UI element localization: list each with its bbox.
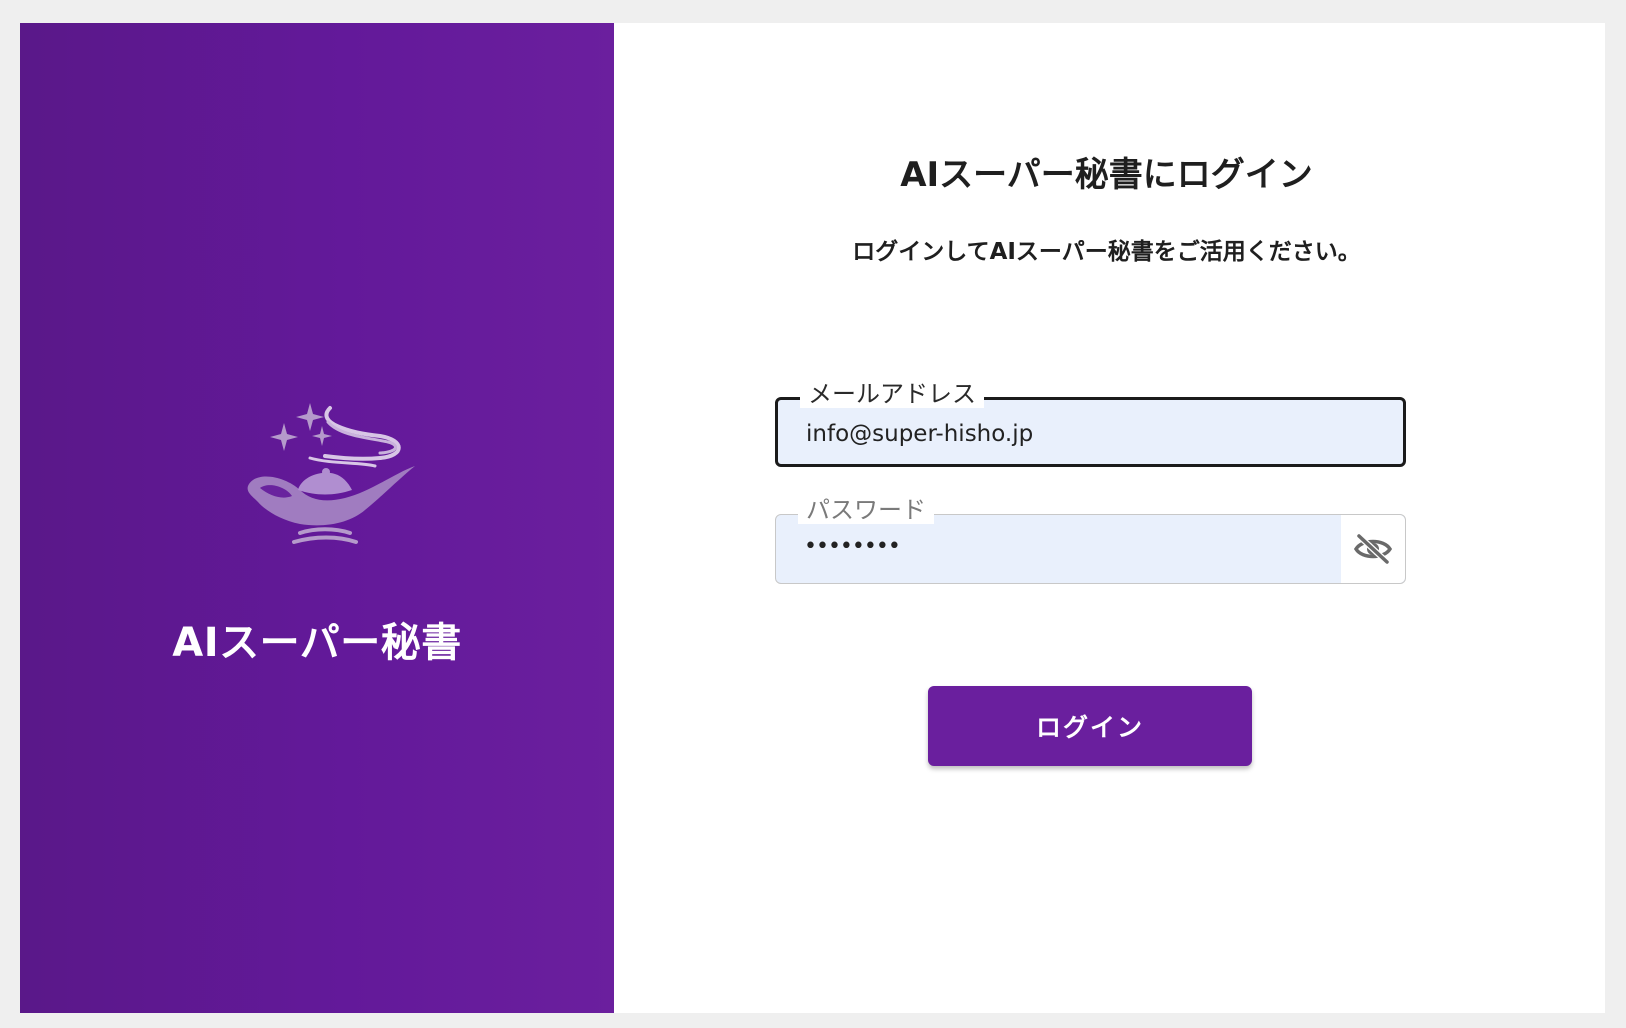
brand-panel: AIスーパー秘書 (20, 23, 614, 1013)
toggle-password-visibility-button[interactable] (1341, 515, 1405, 583)
eye-off-icon (1353, 533, 1393, 565)
password-input[interactable]: •••••••• (804, 533, 901, 561)
magic-lamp-icon (247, 403, 415, 544)
password-field-label: パスワード (798, 496, 934, 524)
login-heading: AIスーパー秘書にログイン (900, 155, 1313, 195)
login-subheading: ログインしてAIスーパー秘書をご活用ください。 (852, 239, 1361, 265)
brand-title: AIスーパー秘書 (172, 620, 462, 666)
email-field[interactable]: メールアドレス info@super-hisho.jp (775, 380, 1406, 467)
email-input[interactable]: info@super-hisho.jp (806, 402, 1033, 466)
password-field[interactable]: パスワード •••••••• (775, 496, 1406, 584)
login-button[interactable]: ログイン (928, 686, 1252, 766)
